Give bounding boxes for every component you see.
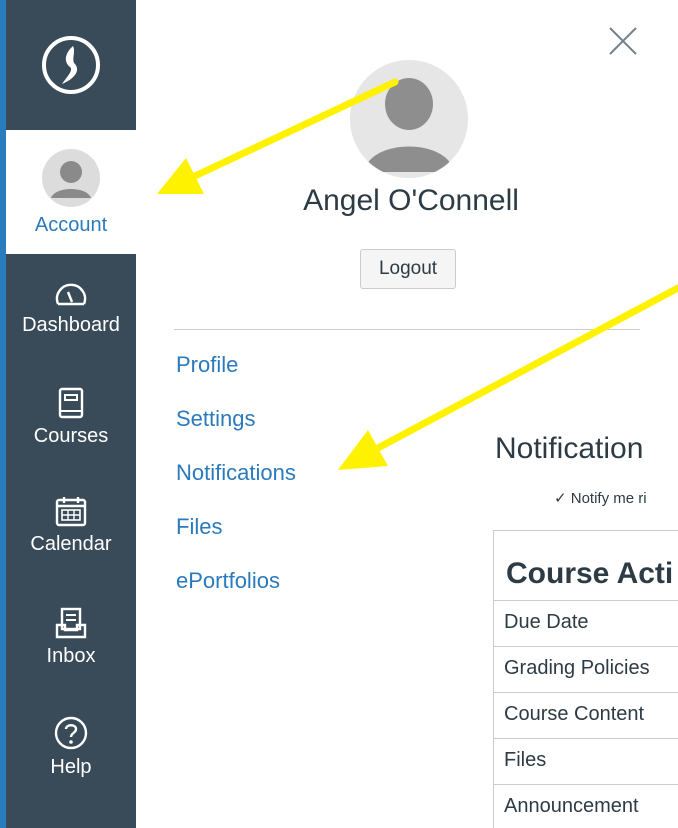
nav-item-calendar-label: Calendar	[30, 533, 112, 555]
divider	[174, 329, 640, 330]
files-link[interactable]: Files	[176, 509, 296, 563]
avatar-icon	[350, 60, 468, 178]
nav-item-account[interactable]: Account	[6, 130, 136, 254]
nav-item-help[interactable]: Help	[6, 716, 136, 779]
table-row: Grading Policies	[494, 647, 678, 693]
nav-item-inbox-label: Inbox	[46, 645, 96, 667]
logout-button[interactable]: Logout	[360, 249, 456, 289]
notify-me-option[interactable]: ✓ Notify me ri	[554, 489, 647, 507]
user-avatar	[350, 60, 468, 178]
dashboard-gauge-icon	[55, 283, 87, 306]
user-name: Angel O'Connell	[303, 184, 519, 217]
nav-item-account-label: Account	[34, 213, 108, 236]
nav-item-courses-label: Courses	[33, 425, 109, 447]
table-row: Files	[494, 739, 678, 785]
nav-item-dashboard[interactable]: Dashboard	[6, 278, 136, 337]
close-icon[interactable]	[606, 24, 640, 58]
inbox-icon	[55, 607, 87, 639]
nav-item-courses[interactable]: Courses	[6, 387, 136, 448]
book-icon	[58, 387, 84, 419]
page-title: Notification	[495, 432, 644, 465]
account-links: Profile Settings Notifications Files ePo…	[176, 347, 296, 617]
notifications-link[interactable]: Notifications	[176, 455, 296, 509]
table-header: Course Acti	[494, 531, 678, 601]
canvas-logo-icon	[42, 36, 100, 94]
account-tray: Angel O'Connell Logout Profile Settings …	[136, 0, 678, 828]
canvas-logo[interactable]	[6, 0, 136, 130]
profile-link[interactable]: Profile	[176, 347, 296, 401]
global-nav: Account Dashboard Courses Calendar Inbox…	[6, 0, 136, 828]
table-row: Due Date	[494, 601, 678, 647]
nav-item-help-label: Help	[50, 756, 92, 778]
help-icon	[54, 716, 88, 750]
table-row: Announcement	[494, 785, 678, 828]
eportfolios-link[interactable]: ePortfolios	[176, 563, 296, 617]
nav-item-dashboard-label: Dashboard	[22, 314, 120, 336]
calendar-icon	[55, 497, 87, 527]
nav-item-inbox[interactable]: Inbox	[6, 607, 136, 668]
nav-item-calendar[interactable]: Calendar	[6, 495, 136, 556]
table-row: Course Content	[494, 693, 678, 739]
avatar-icon	[42, 148, 100, 207]
notification-table: Course Acti Due Date Grading Policies Co…	[493, 530, 678, 828]
settings-link[interactable]: Settings	[176, 401, 296, 455]
